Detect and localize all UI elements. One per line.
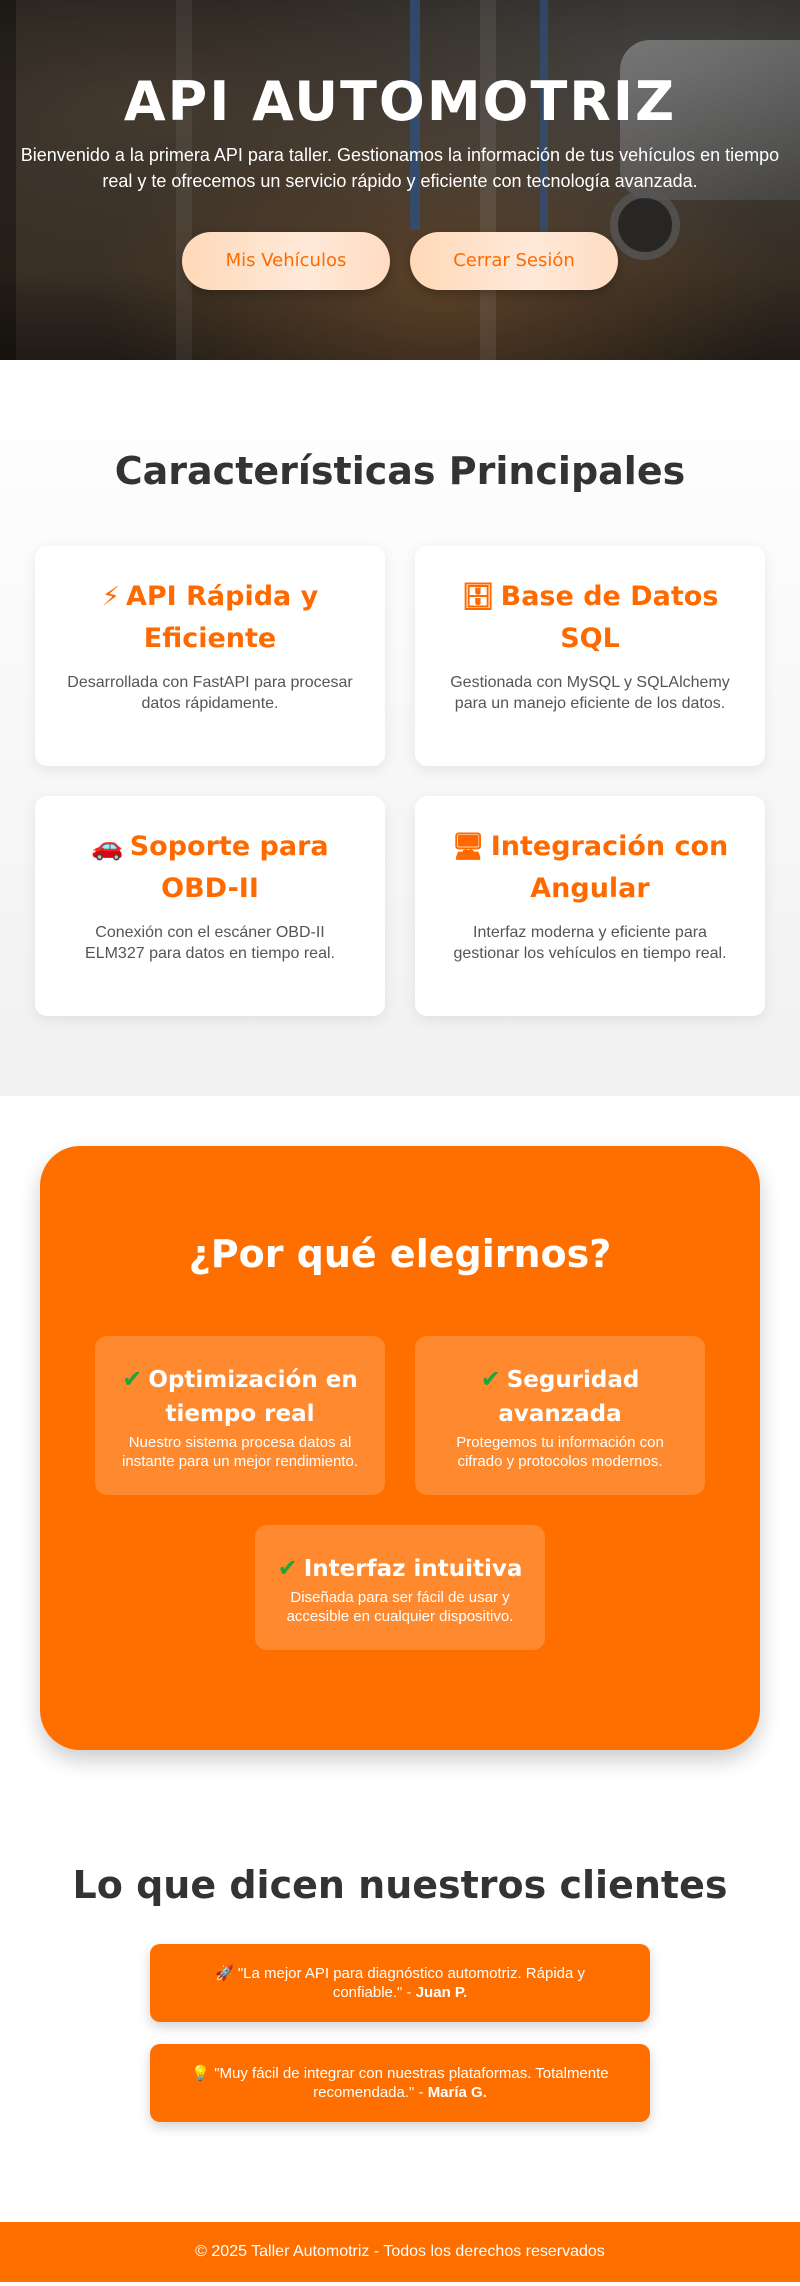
feature-card-title: 🗄 Base de Datos SQL bbox=[445, 576, 735, 660]
hero-section: API AUTOMOTRIZ Bienvenido a la primera A… bbox=[0, 0, 800, 360]
feature-card-title-text: Base de Datos SQL bbox=[500, 581, 719, 654]
testimonial-text: "La mejor API para diagnóstico automotri… bbox=[237, 1965, 586, 2001]
hero-buttons: Mis Vehículos Cerrar Sesión bbox=[0, 232, 800, 290]
why-section: ¿Por qué elegirnos? ✔ Optimización en tie… bbox=[0, 1096, 800, 1800]
database-icon: 🗄 bbox=[461, 582, 495, 612]
hero-title: API AUTOMOTRIZ bbox=[123, 70, 677, 133]
testimonial-card: 💡 "Muy fácil de integrar con nuestras pl… bbox=[150, 2044, 650, 2122]
feature-card-text: Desarrollada con FastAPI para procesar d… bbox=[67, 674, 353, 712]
feature-card-title-text: Soporte para OBD-II bbox=[129, 831, 329, 904]
why-card: ✔ Interfaz intuitiva Diseñada para ser fá… bbox=[255, 1525, 545, 1650]
logout-button[interactable]: Cerrar Sesión bbox=[410, 232, 618, 290]
testimonial-author: María G. bbox=[427, 2084, 487, 2101]
why-card-text: Diseñada para ser fácil de usar y accesi… bbox=[286, 1589, 514, 1625]
why-title: ¿Por qué elegirnos? bbox=[188, 1232, 612, 1276]
testimonials-title: Lo que dicen nuestros clientes bbox=[72, 1863, 728, 1907]
testimonial-text: "Muy fácil de integrar con nuestras plat… bbox=[214, 2065, 609, 2101]
feature-card-title-text: API Rápida y Eficiente bbox=[125, 581, 319, 654]
why-card-title-text: Optimización en tiempo real bbox=[148, 1367, 358, 1427]
why-card-title: ✔ Seguridad avanzada bbox=[435, 1362, 685, 1431]
rocket-icon: 🚀 bbox=[214, 1965, 234, 1982]
feature-card: ⚡ API Rápida y Eficiente Desarrollada con… bbox=[35, 546, 385, 766]
hero-subtitle: Bienvenido a la primera API para taller.… bbox=[20, 145, 780, 191]
why-panel: ¿Por qué elegirnos? ✔ Optimización en tie… bbox=[40, 1146, 760, 1750]
check-icon: ✔ bbox=[122, 1365, 143, 1393]
monitor-icon: 🖥 bbox=[451, 832, 485, 862]
features-grid: ⚡ API Rápida y Eficiente Desarrollada con… bbox=[35, 546, 765, 1016]
why-card: ✔ Optimización en tiempo real Nuestro sis… bbox=[95, 1336, 385, 1495]
feature-card-text: Interfaz moderna y eficiente para gestio… bbox=[453, 924, 727, 962]
footer: © 2025 Taller Automotriz - Todos los der… bbox=[0, 2222, 800, 2282]
feature-card-text: Conexión con el escáner OBD-II ELM327 pa… bbox=[85, 924, 335, 962]
why-card-title-text: Interfaz intuitiva bbox=[303, 1556, 523, 1582]
feature-card-title: ⚡ API Rápida y Eficiente bbox=[65, 576, 355, 660]
check-icon: ✔ bbox=[277, 1554, 298, 1582]
why-card-text: Nuestro sistema procesa datos al instant… bbox=[122, 1434, 358, 1470]
lightbulb-icon: 💡 bbox=[191, 2065, 211, 2082]
feature-card-title-text: Integración con Angular bbox=[490, 831, 729, 904]
testimonials-section: Lo que dicen nuestros clientes 🚀 "La mej… bbox=[0, 1800, 800, 2222]
feature-card-title: 🖥 Integración con Angular bbox=[445, 826, 735, 910]
features-section: Características Principales ⚡ API Rápida … bbox=[0, 360, 800, 1096]
testimonial-author: Juan P. bbox=[415, 1984, 468, 2001]
why-grid: ✔ Optimización en tiempo real Nuestro sis… bbox=[95, 1336, 705, 1650]
why-card-title-text: Seguridad avanzada bbox=[498, 1367, 640, 1427]
why-card-text: Protegemos tu información con cifrado y … bbox=[456, 1434, 664, 1470]
lightning-icon: ⚡ bbox=[101, 582, 120, 612]
feature-card: 🗄 Base de Datos SQL Gestionada con MySQL … bbox=[415, 546, 765, 766]
testimonial-card: 🚀 "La mejor API para diagnóstico automot… bbox=[150, 1944, 650, 2022]
feature-card-text: Gestionada con MySQL y SQLAlchemy para u… bbox=[450, 674, 730, 712]
why-card: ✔ Seguridad avanzada Protegemos tu inform… bbox=[415, 1336, 705, 1495]
feature-card-title: 🚗 Soporte para OBD-II bbox=[65, 826, 355, 910]
car-icon: 🚗 bbox=[91, 832, 124, 862]
footer-text: © 2025 Taller Automotriz - Todos los der… bbox=[195, 2243, 605, 2260]
why-card-title: ✔ Optimización en tiempo real bbox=[115, 1362, 365, 1431]
features-title: Características Principales bbox=[114, 449, 686, 493]
why-card-title: ✔ Interfaz intuitiva bbox=[275, 1551, 525, 1586]
feature-card: 🚗 Soporte para OBD-II Conexión con el esc… bbox=[35, 796, 385, 1016]
feature-card: 🖥 Integración con Angular Interfaz modern… bbox=[415, 796, 765, 1016]
my-vehicles-button[interactable]: Mis Vehículos bbox=[182, 232, 390, 290]
check-icon: ✔ bbox=[480, 1365, 501, 1393]
